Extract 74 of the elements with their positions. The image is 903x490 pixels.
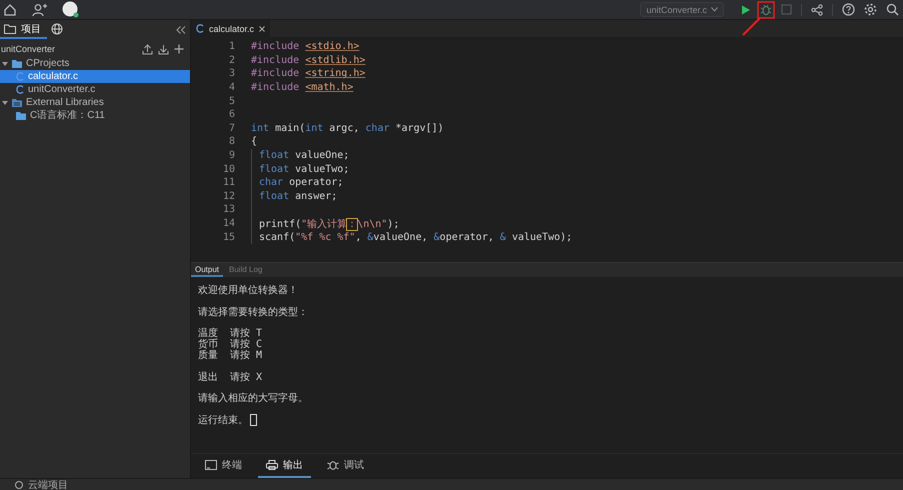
printer-icon [266, 460, 278, 470]
expanded-caret-icon [2, 60, 8, 66]
line-number: 9 [228, 150, 235, 162]
project-tab[interactable]: 项目 [0, 20, 47, 39]
console-line: 请输入相应的大写字母。 [198, 393, 308, 404]
code-line: int main(int argc, char *argv[]) [251, 122, 444, 134]
run-target-dropdown[interactable]: unitConverter.c [640, 2, 724, 17]
line-number: 7 [228, 122, 235, 134]
line-number: 5 [228, 96, 235, 107]
output-tab[interactable]: Output [191, 263, 224, 277]
code-line: char operator; [259, 177, 344, 188]
code-line: printf("输入计算：\n\n"); [259, 218, 400, 231]
folder-icon [4, 24, 16, 34]
code-line: float valueOne; [259, 150, 350, 162]
code-line: { [251, 136, 258, 148]
tree-item[interactable]: calculator.c [0, 70, 190, 83]
line-number: 11 [222, 177, 235, 188]
line-number: 2 [228, 54, 235, 66]
line-number: 12 [222, 190, 235, 202]
line-number: 1 [228, 41, 235, 52]
tree-item[interactable]: External Libraries [0, 96, 190, 109]
code-line: #include <stdlib.h> [251, 54, 366, 66]
line-number: 13 [222, 204, 235, 216]
add-user-icon[interactable] [32, 2, 47, 16]
line-number: 10 [222, 164, 235, 175]
c-file-icon [196, 24, 204, 33]
console-line: 请选择需要转换的类型： [198, 306, 308, 318]
panel-tab[interactable]: 调试 [319, 454, 372, 478]
tree-item[interactable]: C语言标准：C11 [0, 109, 190, 122]
console-line: 货币 请按 C [198, 339, 262, 350]
download-icon[interactable] [158, 44, 169, 54]
caret-icon [711, 7, 718, 12]
library-icon [12, 98, 22, 106]
project-name: unitConverter [1, 44, 56, 54]
avatar-icon[interactable] [62, 1, 79, 18]
code-line: #include <stdio.h> [251, 41, 360, 52]
code-line: scanf("%f %c %f", &valueOne, &operator, & valueTwo); [259, 232, 572, 243]
tree-item[interactable]: unitConverter.c [0, 83, 190, 96]
upload-icon[interactable] [142, 44, 153, 54]
line-number: 15 [222, 232, 235, 243]
close-icon [259, 26, 266, 32]
panel-tab[interactable]: 终端 [197, 454, 250, 478]
settings-icon[interactable] [864, 3, 877, 16]
folder-icon [12, 60, 22, 68]
help-icon[interactable] [842, 3, 855, 16]
line-number: 3 [228, 68, 235, 80]
status-label[interactable]: 云端项目 [28, 478, 68, 490]
console-line: 运行结束。 [198, 414, 248, 426]
line-number: 8 [228, 136, 235, 148]
expanded-caret-icon [2, 100, 8, 106]
file-tab[interactable]: calculator.c [191, 20, 270, 37]
globe-icon [51, 22, 63, 34]
line-number: 14 [222, 218, 235, 230]
code-line: float answer; [259, 190, 338, 202]
console-line: 退出 请按 X [198, 372, 262, 382]
collapse-icon[interactable] [176, 26, 186, 34]
console-line: 质量 请按 M [198, 350, 262, 361]
search-icon[interactable] [886, 3, 899, 16]
console-line: 欢迎使用单位转换器！ [198, 285, 298, 296]
line-number: 6 [228, 109, 235, 120]
home-icon[interactable] [3, 2, 17, 16]
run-icon[interactable] [739, 4, 751, 16]
folder-icon [16, 112, 26, 120]
bug-icon[interactable] [760, 3, 772, 16]
share-icon[interactable] [811, 4, 823, 16]
line-number: 4 [228, 82, 235, 94]
tree-item[interactable]: CProjects [0, 57, 190, 70]
code-line: float valueTwo; [259, 164, 350, 175]
code-line: #include <string.h> [251, 68, 366, 80]
code-line: #include <math.h> [251, 82, 354, 94]
console-line: 温度 请按 T [198, 328, 262, 339]
add-icon[interactable] [174, 44, 184, 54]
bug-icon [327, 460, 339, 470]
terminal-icon [205, 460, 217, 470]
